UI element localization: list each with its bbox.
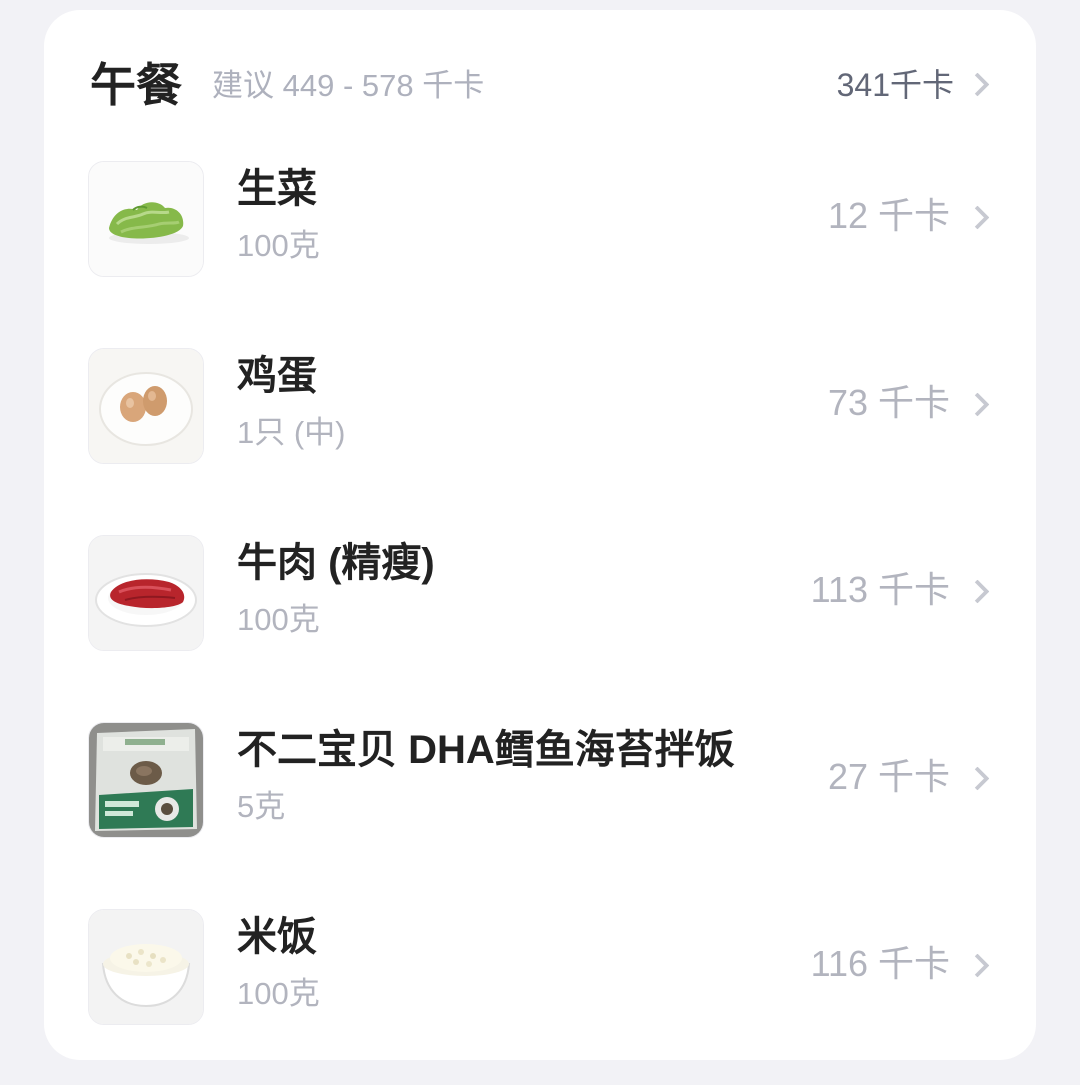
meal-title: 午餐 [90,59,182,111]
food-calories: 73 千卡 [827,382,950,423]
chevron-right-icon [965,205,990,230]
lunch-card: 午餐 建议 449 - 578 千卡 341千卡 生菜 100克 12 千卡 鸡… [44,10,1036,1060]
food-calories: 12 千卡 [827,195,950,236]
food-name: 不二宝贝 DHA鳕鱼海苔拌饭 [237,728,735,772]
food-amount: 100克 [237,228,320,263]
food-name: 米饭 [237,915,317,959]
meal-suggestion: 建议 449 - 578 千卡 [212,68,485,103]
chevron-right-icon [965,953,990,978]
chevron-right-icon [965,579,990,604]
beef-image [88,535,204,651]
food-row-seasoning[interactable]: 不二宝贝 DHA鳕鱼海苔拌饭 5克 27 千卡 [44,711,1036,851]
seasoning-packet-image [88,722,204,838]
food-amount: 100克 [237,602,320,637]
food-calories: 116 千卡 [810,943,950,984]
food-name: 牛肉 (精瘦) [237,541,435,585]
food-amount: 100克 [237,976,320,1011]
food-calories: 113 千卡 [810,569,950,610]
food-calories: 27 千卡 [827,756,950,797]
lettuce-image [88,161,204,277]
chevron-right-icon [965,766,990,791]
meal-total-calories: 341千卡 [836,67,954,103]
food-row-rice[interactable]: 米饭 100克 116 千卡 [44,898,1036,1038]
food-name: 生菜 [237,167,317,211]
chevron-right-icon [965,392,990,417]
food-row-lettuce[interactable]: 生菜 100克 12 千卡 [44,150,1036,290]
meal-header[interactable]: 午餐 建议 449 - 578 千卡 341千卡 [44,10,1036,160]
eggs-image [88,348,204,464]
food-amount: 1只 (中) [237,415,346,450]
food-amount: 5克 [237,789,286,824]
chevron-right-icon [965,72,990,97]
food-row-beef[interactable]: 牛肉 (精瘦) 100克 113 千卡 [44,524,1036,664]
food-name: 鸡蛋 [237,354,317,398]
food-row-egg[interactable]: 鸡蛋 1只 (中) 73 千卡 [44,337,1036,477]
rice-bowl-image [88,909,204,1025]
